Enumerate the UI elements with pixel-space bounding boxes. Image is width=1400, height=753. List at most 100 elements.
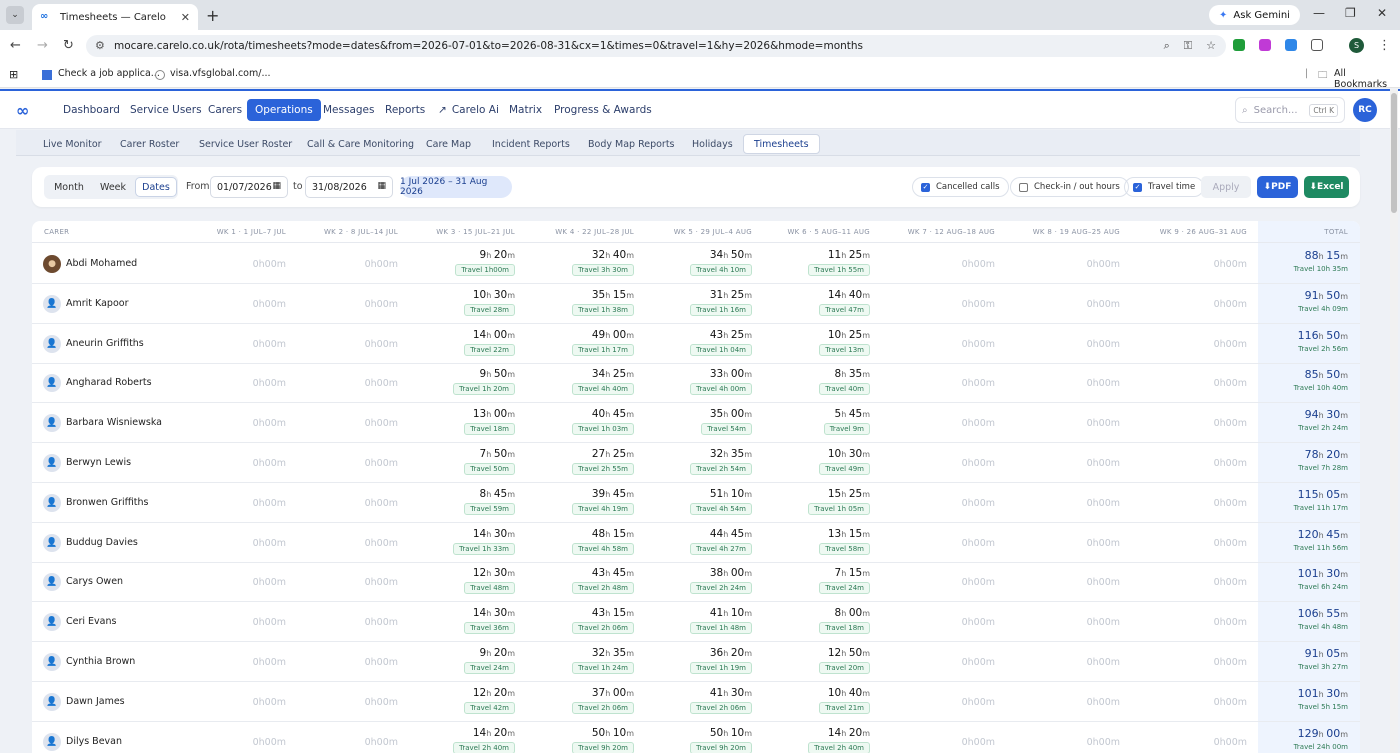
checkbox-checked-icon[interactable]: ✓ xyxy=(1133,182,1142,192)
site-info-icon[interactable]: ⚙ xyxy=(95,39,105,52)
table-row[interactable]: 👤 Aneurin Griffiths 0h00m 0h00m 0h00m 0h00m 0h… xyxy=(32,324,1360,364)
from-date-input[interactable]: 01/07/2026 ▦ xyxy=(210,176,288,198)
table-row[interactable]: 👤 Dawn James 0h00m 0h00m 0h00m 0h00m 0h00m 12h … xyxy=(32,682,1360,722)
carer-name[interactable]: Ceri Evans xyxy=(66,616,116,627)
week-hours-cell: 35h 15m Travel 1h 38m xyxy=(524,289,634,316)
nav-matrix[interactable]: Matrix xyxy=(501,99,550,121)
carer-name[interactable]: Amrit Kapoor xyxy=(66,298,129,309)
back-icon[interactable]: ← xyxy=(10,38,21,53)
bookmark-2[interactable]: visa.vfsglobal.com/... xyxy=(170,68,271,79)
zoom-icon[interactable]: ⌕ xyxy=(1164,39,1170,53)
new-tab-icon[interactable]: + xyxy=(206,6,219,25)
carer-name[interactable]: Berwyn Lewis xyxy=(66,457,131,468)
apps-grid-icon[interactable]: ⊞ xyxy=(9,68,18,81)
subnav-timesheets[interactable]: Timesheets xyxy=(743,134,820,154)
profile-avatar[interactable]: S xyxy=(1349,38,1364,53)
toggle-check-in-out[interactable]: Check-in / out hours xyxy=(1010,177,1129,197)
carer-name[interactable]: Dawn James xyxy=(66,696,125,707)
reload-icon[interactable]: ↻ xyxy=(63,38,74,53)
divider: | xyxy=(1305,68,1309,79)
table-row[interactable]: 👤 Carys Owen 0h00m 0h00m 0h00m 0h00m 0h00m 12h … xyxy=(32,562,1360,603)
browser-menu-icon[interactable]: ⋮ xyxy=(1378,38,1391,53)
bookmark-star-icon[interactable]: ☆ xyxy=(1206,39,1216,53)
carer-name[interactable]: Abdi Mohamed xyxy=(66,258,137,269)
all-bookmarks[interactable]: All Bookmarks xyxy=(1334,68,1400,90)
table-row[interactable]: 👤 Amrit Kapoor 0h00m 0h00m 0h00m 0h00m 0h00m 10… xyxy=(32,284,1360,324)
table-row[interactable]: 👤 Dilys Bevan 0h00m 0h00m 0h00m 0h00m 0h00m 14h… xyxy=(32,722,1360,753)
table-row[interactable]: 👤 Cynthia Brown 0h00m 0h00m 0h00m 0h00m 0h00m 9… xyxy=(32,642,1360,682)
scrollbar-thumb[interactable] xyxy=(1391,93,1397,213)
mode-toggle: Month Week Dates xyxy=(44,175,178,199)
nav-messages[interactable]: Messages xyxy=(315,99,383,121)
carer-name[interactable]: Carys Owen xyxy=(66,576,123,587)
subnav-incident-reports[interactable]: Incident Reports xyxy=(482,134,580,154)
close-window-icon[interactable]: ✕ xyxy=(1377,6,1387,20)
travel-badge: Travel 1h 19m xyxy=(690,662,752,674)
carer-name[interactable]: Aneurin Griffiths xyxy=(66,338,144,349)
to-date-input[interactable]: 31/08/2026 ▦ xyxy=(305,176,393,198)
subnav-service-user-roster[interactable]: Service User Roster xyxy=(189,134,302,154)
carer-name[interactable]: Cynthia Brown xyxy=(66,656,135,667)
ask-gemini-button[interactable]: ✦ Ask Gemini xyxy=(1209,5,1300,25)
export-excel-button[interactable]: ⬇Excel xyxy=(1304,176,1349,198)
toggle-cancelled-calls[interactable]: ✓ Cancelled calls xyxy=(912,177,1009,197)
mode-month[interactable]: Month xyxy=(48,177,90,197)
checkbox-checked-icon[interactable]: ✓ xyxy=(921,182,930,192)
tab-search-icon[interactable]: ⌄ xyxy=(6,6,24,24)
checkbox-unchecked-icon[interactable] xyxy=(1019,182,1028,192)
carelo-logo-icon[interactable]: ∞ xyxy=(16,101,38,120)
password-key-icon[interactable]: ⚿ xyxy=(1184,39,1192,53)
calendar-icon[interactable]: ▦ xyxy=(377,181,386,191)
url-field[interactable]: ⚙ mocare.carelo.co.uk/rota/timesheets?mo… xyxy=(86,35,1226,57)
nav-reports[interactable]: Reports xyxy=(377,99,433,121)
export-pdf-button[interactable]: ⬇PDF xyxy=(1257,176,1298,198)
bookmark-1[interactable]: Check a job applica... xyxy=(58,68,160,79)
table-row[interactable]: 👤 Ceri Evans 0h00m 0h00m 0h00m 0h00m 0h00m 14h … xyxy=(32,602,1360,643)
travel-badge: Travel 7h 28m xyxy=(1298,464,1348,472)
close-tab-icon[interactable]: ✕ xyxy=(181,11,190,24)
carer-name[interactable]: Buddug Davies xyxy=(66,537,138,548)
table-row[interactable]: 👤 Berwyn Lewis 0h00m 0h00m 0h00m 0h00m 0h00m 7h… xyxy=(32,443,1360,483)
nav-service-users[interactable]: Service Users xyxy=(122,99,210,121)
carer-name[interactable]: Bronwen Griffiths xyxy=(66,497,149,508)
apply-button[interactable]: Apply xyxy=(1201,176,1251,198)
carer-name[interactable]: Angharad Roberts xyxy=(66,377,152,388)
table-row[interactable]: 👤 Angharad Roberts 0h00m 0h00m 0h00m 0h00m 0h0… xyxy=(32,363,1360,404)
minimize-icon[interactable]: — xyxy=(1313,6,1325,20)
week-hours-zero: 0h00m xyxy=(364,577,398,589)
extension-purple-icon[interactable] xyxy=(1259,39,1271,51)
carer-name[interactable]: Dilys Bevan xyxy=(66,736,122,747)
calendar-icon[interactable]: ▦ xyxy=(272,181,281,191)
mode-dates[interactable]: Dates xyxy=(135,177,177,197)
subnav-live-monitor[interactable]: Live Monitor xyxy=(33,134,112,154)
subnav-holidays[interactable]: Holidays xyxy=(682,134,743,154)
subnav-carer-roster[interactable]: Carer Roster xyxy=(110,134,189,154)
mode-week[interactable]: Week xyxy=(92,177,134,197)
carer-name[interactable]: Barbara Wisniewska xyxy=(66,417,162,428)
table-row[interactable]: 👤 Bronwen Griffiths 0h00m 0h00m 0h00m 0h00m 0h… xyxy=(32,483,1360,523)
week-hours-zero: 0h00m xyxy=(1086,378,1120,390)
nav-progress-awards[interactable]: Progress & Awards xyxy=(546,99,660,121)
nav-carelo-ai[interactable]: ↗ Carelo Ai xyxy=(430,99,507,121)
extension-blue-icon[interactable] xyxy=(1285,39,1297,51)
maximize-icon[interactable]: ❐ xyxy=(1345,6,1356,20)
browser-tab[interactable]: ∞ Timesheets — Carelo ✕ xyxy=(32,4,198,30)
page-scrollbar[interactable] xyxy=(1390,89,1398,753)
date-range-pill: 1 Jul 2026 – 31 Aug 2026 xyxy=(400,176,512,198)
subnav-care-map[interactable]: Care Map xyxy=(416,134,481,154)
search-box[interactable]: ⌕ Search... Ctrl K xyxy=(1235,97,1345,123)
hours-value: 8h 35m xyxy=(834,368,870,381)
table-row[interactable]: ● Abdi Mohamed 0h00m 0h00m 0h00m 0h00m 0h00m 9h… xyxy=(32,244,1360,284)
table-row[interactable]: 👤 Barbara Wisniewska 0h00m 0h00m 0h00m 0h00m 0… xyxy=(32,403,1360,444)
subnav-call-care-monitoring[interactable]: Call & Care Monitoring xyxy=(297,134,424,154)
nav-operations[interactable]: Operations xyxy=(247,99,321,121)
extension-download-icon[interactable] xyxy=(1233,39,1245,51)
forward-icon[interactable]: → xyxy=(37,38,48,53)
extensions-puzzle-icon[interactable] xyxy=(1311,39,1323,51)
table-row[interactable]: 👤 Buddug Davies 0h00m 0h00m 0h00m 0h00m 0h00m 1… xyxy=(32,523,1360,563)
toggle-travel-time[interactable]: ✓ Travel time xyxy=(1124,177,1205,197)
nav-carers[interactable]: Carers xyxy=(200,99,250,121)
nav-dashboard[interactable]: Dashboard xyxy=(55,99,128,121)
subnav-body-map-reports[interactable]: Body Map Reports xyxy=(578,134,685,154)
user-avatar[interactable]: RC xyxy=(1353,98,1377,122)
